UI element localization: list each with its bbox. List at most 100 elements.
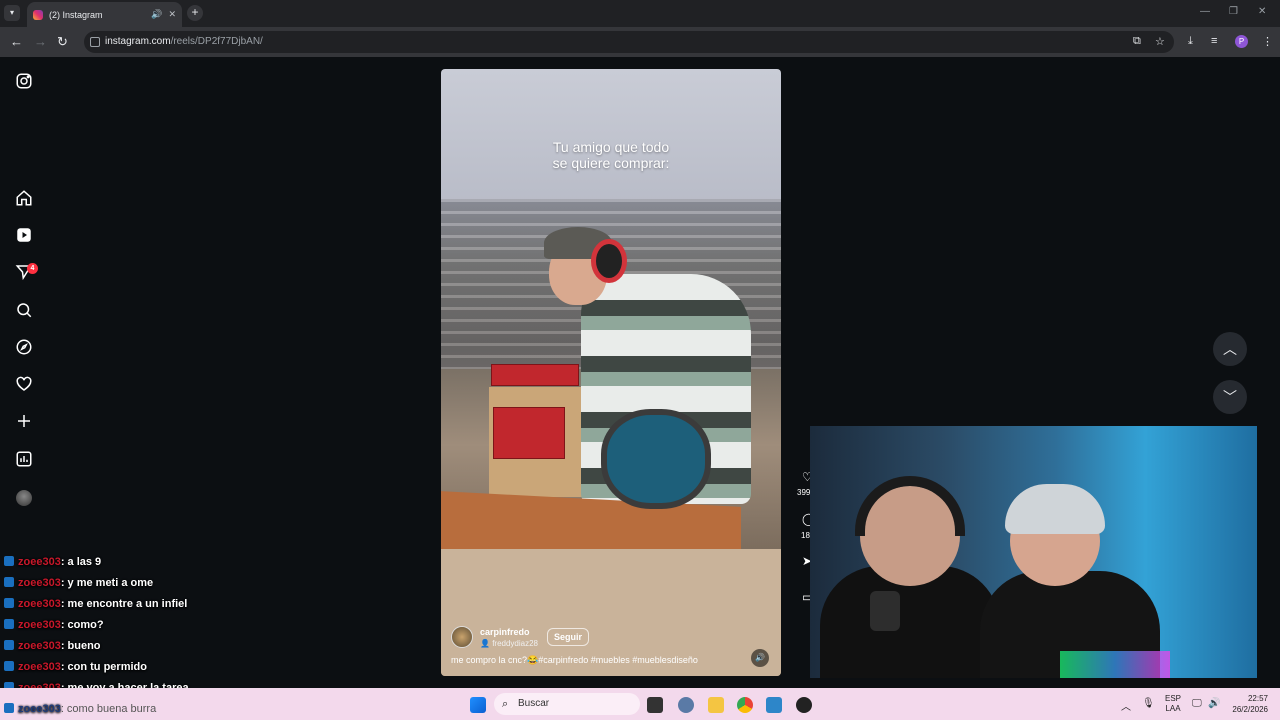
reel-collaborator[interactable]: 👤 freddydiaz28 — [480, 639, 538, 648]
chrome-icon[interactable] — [737, 697, 753, 713]
video-scene-toolbox — [493, 407, 565, 459]
reel-video[interactable]: Tu amigo que todo se quiere comprar: car… — [441, 69, 781, 676]
chat-platform-icon — [4, 640, 14, 650]
taskbar-clock[interactable]: 22:57 26/2/2026 — [1224, 693, 1268, 715]
home-icon[interactable] — [14, 189, 34, 209]
chat-text: : y me meti a ome — [60, 577, 154, 589]
chat-text: : a las 9 — [60, 556, 102, 568]
like-count: 399 — [797, 488, 811, 497]
file-explorer-icon[interactable] — [708, 697, 724, 713]
chat-text: : con tu permido — [60, 661, 147, 673]
reel-overlay-text: Tu amigo que todo se quiere comprar: — [441, 139, 781, 171]
url-path: /reels/DP2f77DjbAN/ — [170, 36, 263, 47]
tab-close-icon[interactable]: ✕ — [168, 9, 176, 20]
chat-username: zoee303 — [18, 556, 61, 568]
chat-platform-icon — [4, 703, 14, 713]
obs-icon[interactable] — [796, 697, 812, 713]
tab-audio-icon[interactable]: 🔊 — [151, 9, 162, 20]
chat-platform-icon — [4, 556, 14, 566]
close-window-icon[interactable]: ✕ — [1258, 6, 1266, 17]
clock-time: 22:57 — [1247, 694, 1268, 703]
heart-icon[interactable] — [14, 375, 34, 395]
address-toolbar: ← → ↻ instagram.com/reels/DP2f77DjbAN/ — [0, 27, 1280, 57]
browser-tab-bar: ▾ (2) Instagram 🔊 ✕ + — ❐ ✕ — [0, 0, 1280, 27]
create-plus-icon[interactable] — [14, 412, 34, 432]
chat-username: zoee303 — [18, 619, 61, 631]
clock-date: 26/2/2026 — [1232, 705, 1268, 714]
webcam-person-right — [1005, 484, 1105, 534]
chat-platform-icon — [4, 661, 14, 671]
video-scene-person — [591, 239, 627, 283]
reel-author-avatar[interactable] — [451, 626, 473, 648]
chat-message: zoee303: bueno — [4, 640, 101, 656]
webcam-microphone — [870, 591, 900, 631]
next-reel-button[interactable]: ﹀ — [1213, 380, 1247, 414]
tab-instagram[interactable]: (2) Instagram 🔊 ✕ — [27, 2, 182, 27]
language-code: ESP — [1164, 694, 1181, 703]
search-icon[interactable] — [14, 301, 34, 321]
chat-platform-icon — [4, 598, 14, 608]
tab-search-icon[interactable]: ▾ — [4, 5, 20, 21]
url-host: instagram.com — [105, 36, 171, 47]
webcam-overlay — [810, 426, 1257, 678]
profile-avatar[interactable]: P — [1235, 35, 1248, 48]
chat-username: zoee303 — [18, 640, 61, 652]
taskbar-search-placeholder: Buscar — [518, 698, 550, 709]
start-windows-icon[interactable] — [470, 697, 486, 713]
chat-message: zoee303: como? — [4, 619, 104, 635]
url-bar[interactable]: instagram.com/reels/DP2f77DjbAN/ — [84, 31, 1174, 53]
new-tab-button[interactable]: + — [187, 5, 203, 21]
install-app-icon[interactable]: ⧉ — [1133, 35, 1141, 48]
volume-icon[interactable]: 🔊 — [1208, 698, 1220, 709]
chat-username: zoee303 — [18, 598, 61, 610]
reel-username[interactable]: carpinfredo — [480, 627, 530, 637]
chat-username: zoee303 — [18, 577, 61, 589]
app-window-icon[interactable] — [766, 697, 782, 713]
reels-icon[interactable] — [14, 226, 34, 246]
download-icon[interactable]: ⤓ — [1188, 35, 1193, 48]
settings-gear-icon[interactable] — [678, 697, 694, 713]
language-indicator[interactable]: ESP LAA — [1162, 694, 1184, 714]
site-info-icon[interactable] — [90, 37, 100, 47]
chat-message: zoee303: a las 9 — [4, 556, 101, 572]
webcam-keyboard — [1060, 651, 1170, 678]
profile-avatar-icon[interactable] — [16, 490, 32, 506]
back-icon[interactable]: ← — [10, 34, 23, 49]
chat-message: zoee303: con tu permido — [4, 661, 147, 677]
instagram-logo-icon[interactable] — [14, 72, 34, 92]
minimize-icon[interactable]: — — [1200, 6, 1210, 17]
webcam-headset — [855, 476, 965, 536]
reel-description: me compro la cnc?😂#carpinfredo #muebles … — [451, 655, 698, 665]
task-view-icon[interactable] — [647, 697, 663, 713]
network-icon[interactable]: 🖵 — [1192, 698, 1202, 709]
chat-message: zoee303: me encontre a un infiel — [4, 598, 187, 614]
instagram-favicon-icon — [33, 9, 43, 20]
chat-text: : me encontre a un infiel — [60, 598, 188, 610]
previous-reel-button[interactable]: ︿ — [1213, 332, 1247, 366]
follow-button[interactable]: Seguir — [547, 628, 590, 646]
reload-icon[interactable]: ↻ — [57, 34, 68, 50]
forward-icon[interactable]: → — [34, 34, 47, 49]
chat-platform-icon — [4, 577, 14, 587]
mute-icon[interactable]: 🔊 — [751, 649, 769, 667]
restore-icon[interactable]: ❐ — [1229, 6, 1238, 17]
reel-overlay-line: Tu amigo que todo — [552, 139, 670, 155]
menu-kebab-icon[interactable]: ⋮ — [1262, 35, 1273, 48]
notification-badge: 4 — [27, 263, 38, 274]
microphone-icon[interactable]: 🎙 — [1142, 698, 1155, 709]
chat-username: zoee303 — [18, 703, 61, 715]
chat-username: zoee303 — [18, 661, 61, 673]
windows-taskbar — [0, 688, 1280, 720]
chat-message: zoee303: como buena burra — [4, 703, 156, 719]
comment-count: 18 — [801, 531, 810, 540]
explore-compass-icon[interactable] — [14, 338, 34, 358]
insights-icon[interactable] — [14, 450, 34, 470]
media-control-icon[interactable]: ≡ — [1211, 35, 1217, 47]
bookmark-star-icon[interactable]: ☆ — [1155, 35, 1165, 48]
keyboard-layout: LAA — [1165, 704, 1181, 713]
taskbar-search-input[interactable]: ⌕ Buscar — [494, 693, 640, 715]
tab-title: (2) Instagram — [49, 9, 103, 20]
chat-text: : como? — [60, 619, 104, 631]
tray-chevron-icon[interactable]: ︿ — [1121, 698, 1131, 713]
chat-platform-icon — [4, 619, 14, 629]
